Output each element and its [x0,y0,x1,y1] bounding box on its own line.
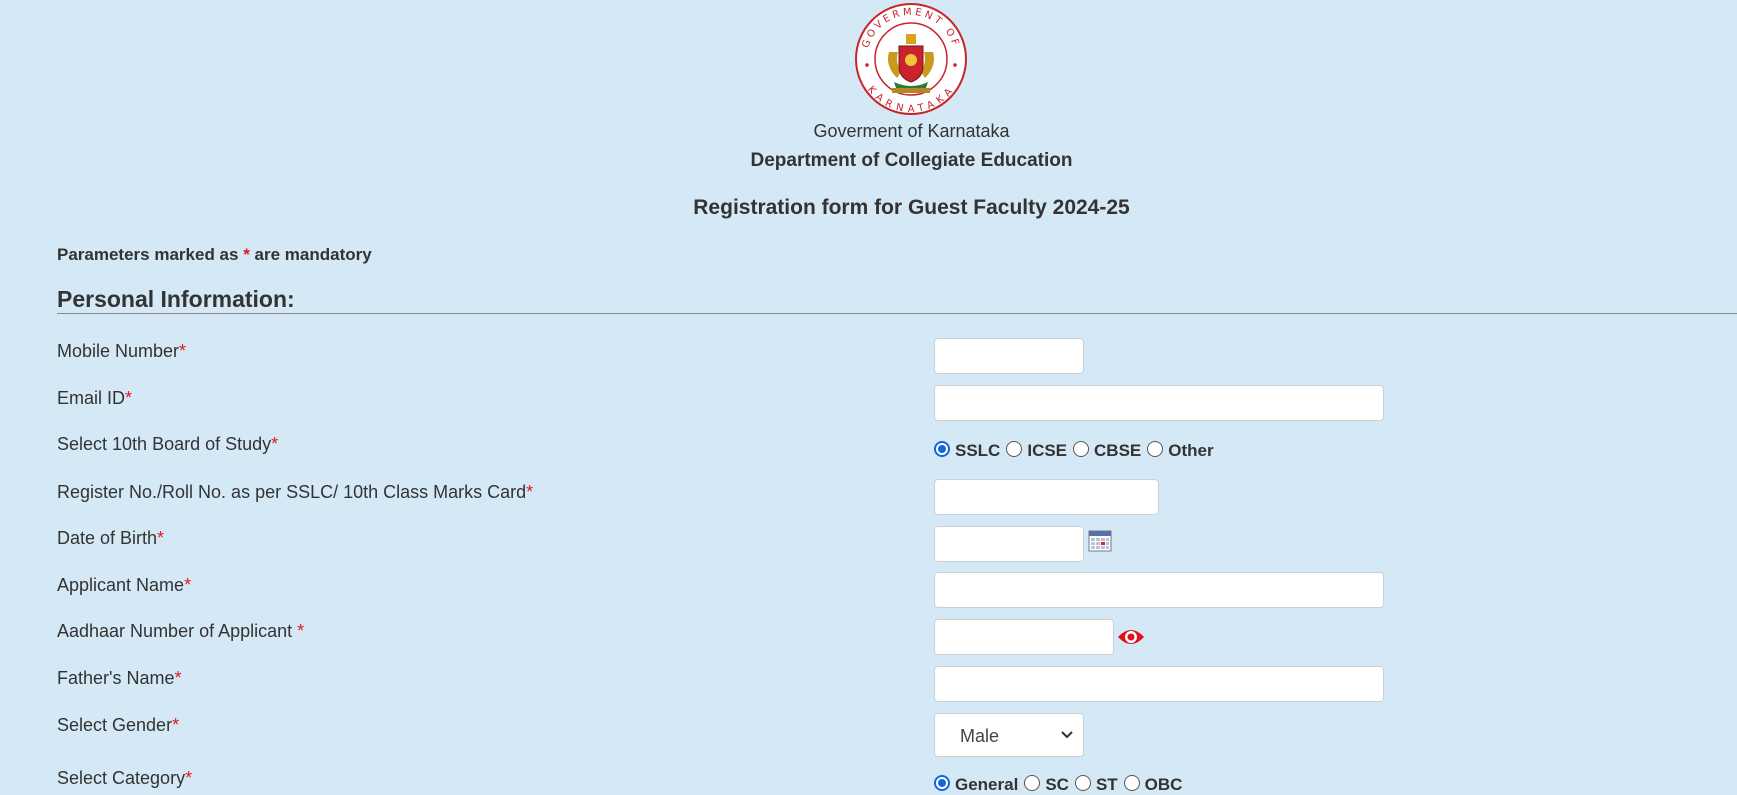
radio-label: SSLC [955,441,1001,460]
dob-input[interactable] [934,526,1084,562]
government-name: Goverment of Karnataka [813,121,1010,141]
radio-board-cbse[interactable]: CBSE [1073,437,1141,461]
section-divider [57,313,1737,314]
aadhaar-label: Aadhaar Number of Applicant * [57,621,304,642]
register-number-input[interactable] [934,479,1159,515]
radio-board-other[interactable]: Other [1147,437,1214,461]
label-text: Applicant Name [57,575,185,595]
required-star: * [174,668,182,688]
required-star: * [184,575,192,595]
aadhaar-input[interactable] [934,619,1114,655]
label-text: Select Gender [57,715,173,735]
label-text: Select Category [57,768,186,788]
required-star: * [271,434,279,454]
radio-label: Other [1168,441,1214,460]
radio-button[interactable] [1073,441,1090,457]
radio-board-icse[interactable]: ICSE [1006,437,1067,461]
chevron-down-icon [1059,726,1075,742]
applicant-name-input[interactable] [934,572,1384,608]
radio-label: ST [1095,775,1118,794]
radio-category-sc[interactable]: SC [1024,771,1069,795]
required-star: * [243,245,250,264]
radio-category-obc[interactable]: OBC [1123,771,1183,795]
gender-selected-value: Male [960,726,1000,746]
required-star: * [157,528,165,548]
radio-button[interactable] [1024,775,1041,791]
radio-category-general[interactable]: General [934,771,1018,795]
required-star: * [179,341,187,361]
form-title: Registration form for Guest Faculty 2024… [693,196,1130,219]
radio-button[interactable] [1147,441,1164,457]
radio-button[interactable] [1074,775,1091,791]
required-star: * [185,768,193,788]
radio-label: OBC [1144,775,1183,794]
category-label: Select Category* [57,768,192,789]
label-text: Aadhaar Number of Applicant [57,621,298,641]
mandatory-notice-prefix: Parameters marked as [57,245,244,264]
radio-category-st[interactable]: ST [1074,771,1118,795]
radio-label: CBSE [1094,441,1142,460]
radio-button[interactable] [934,441,950,457]
required-star: * [297,621,305,641]
label-text: Mobile Number [57,341,180,361]
email-input[interactable] [934,385,1384,421]
register-number-label: Register No./Roll No. as per SSLC/ 10th … [57,482,533,503]
email-label: Email ID* [57,388,132,409]
karnataka-seal-icon: GOVERMENT OF KARNATAKA [854,2,968,116]
eye-icon[interactable] [1117,625,1145,649]
mandatory-notice: Parameters marked as * are mandatory [57,245,372,265]
father-name-label: Father's Name* [57,668,182,689]
radio-button[interactable] [934,775,950,791]
radio-board-sslc[interactable]: SSLC [934,437,1000,461]
radio-label: ICSE [1027,441,1068,460]
required-star: * [125,388,133,408]
applicant-name-label: Applicant Name* [57,575,191,596]
gender-label: Select Gender* [57,715,179,736]
mandatory-notice-suffix: are mandatory [249,245,372,264]
gender-select[interactable]: Male [934,713,1084,757]
radio-button[interactable] [1006,441,1023,457]
required-star: * [172,715,180,735]
father-name-input[interactable] [934,666,1384,702]
mobile-number-input[interactable] [934,338,1084,374]
calendar-icon[interactable] [1088,529,1112,553]
board-radio-group: SSLC ICSE CBSE Other [934,437,1220,461]
label-text: Date of Birth [57,528,158,548]
mobile-number-label: Mobile Number* [57,341,186,362]
label-text: Email ID [57,388,126,408]
radio-label: General [955,775,1019,794]
label-text: Select 10th Board of Study [57,434,272,454]
required-star: * [526,482,534,502]
section-title: Personal Information: [57,286,295,312]
label-text: Father's Name [57,668,175,688]
dob-label: Date of Birth* [57,528,164,549]
radio-button[interactable] [1123,775,1140,791]
label-text: Register No./Roll No. as per SSLC/ 10th … [57,482,527,502]
category-radio-group: General SC ST OBC [934,771,1188,795]
radio-label: SC [1045,775,1069,794]
department-name: Department of Collegiate Education [750,150,1073,171]
board-of-study-label: Select 10th Board of Study* [57,434,278,455]
